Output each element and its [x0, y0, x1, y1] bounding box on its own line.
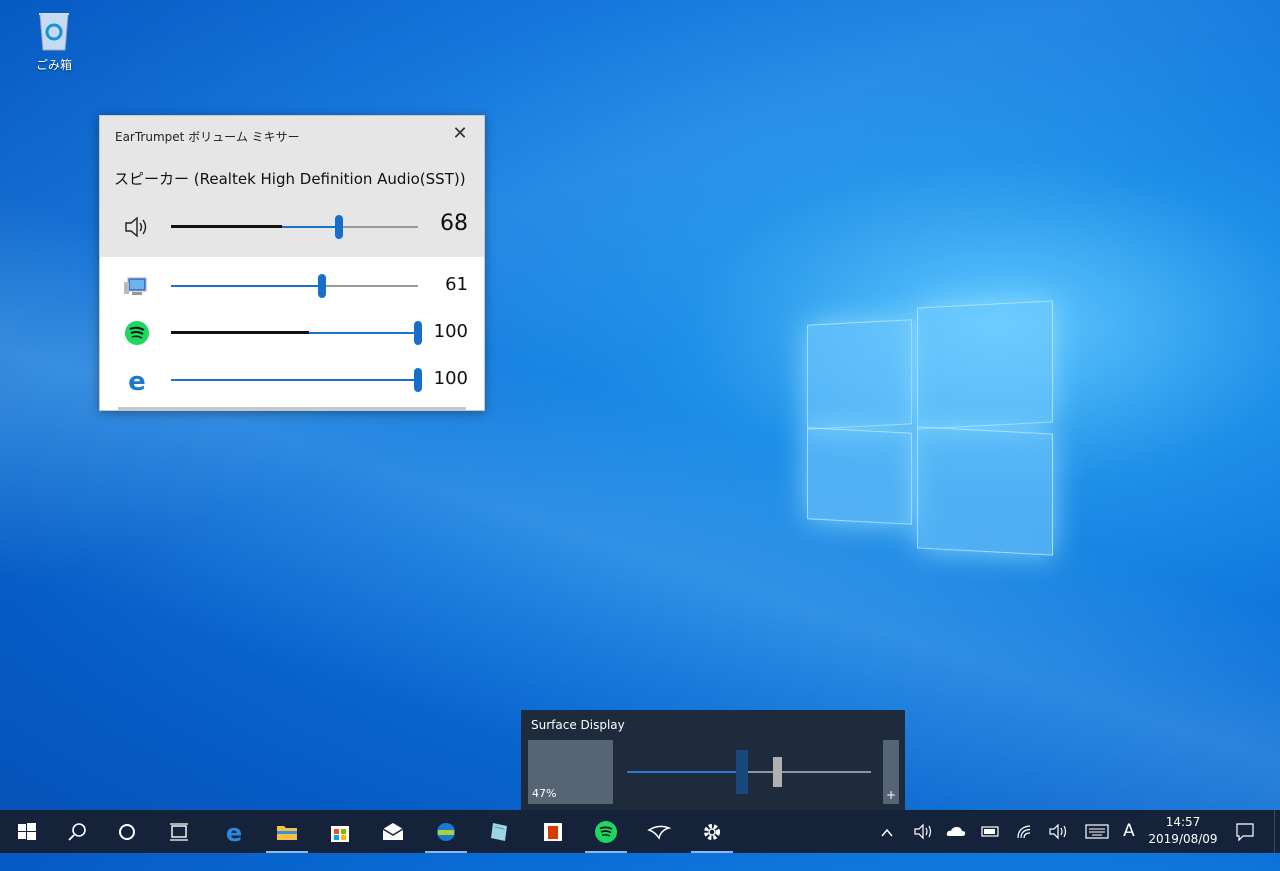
- search-button[interactable]: [52, 810, 102, 853]
- device-name: スピーカー (Realtek High Definition Audio(SST…: [114, 170, 466, 188]
- task-view-icon: [170, 823, 188, 841]
- volume-tray-icon[interactable]: [910, 810, 936, 853]
- master-volume-thumb[interactable]: [334, 215, 343, 239]
- windows-logo-wallpaper: [805, 300, 1055, 556]
- display-name: Surface Display: [531, 718, 625, 732]
- brightness-flyout: Surface Display 47% +: [521, 710, 905, 810]
- taskbar-store[interactable]: [315, 810, 365, 853]
- svg-text:e: e: [128, 367, 146, 394]
- recycle-bin-label: ごみ箱: [35, 58, 72, 72]
- master-peak-meter: [171, 225, 283, 228]
- brightness-fill: [627, 771, 742, 773]
- secondary-thumb: [773, 757, 782, 787]
- device-panel: EarTrumpet ボリューム ミキサー ✕ スピーカー (Realtek H…: [100, 116, 484, 257]
- clock-time: 14:57: [1165, 815, 1201, 829]
- taskbar-file-explorer[interactable]: [262, 810, 312, 853]
- spotify-icon[interactable]: [122, 319, 152, 347]
- settings-icon: [704, 824, 720, 840]
- app-row-system-sounds: 61: [100, 266, 486, 306]
- app-volume-slider[interactable]: [171, 274, 418, 298]
- close-icon[interactable]: ✕: [450, 124, 470, 144]
- show-desktop-button[interactable]: [1274, 810, 1280, 853]
- app-volume-thumb[interactable]: [317, 274, 326, 298]
- start-icon: [18, 823, 36, 840]
- recycle-bin-icon: [36, 8, 72, 52]
- store-icon: [331, 826, 349, 842]
- app-row-edge: e 100: [100, 360, 486, 400]
- spotify-icon: [595, 821, 617, 843]
- master-volume-slider[interactable]: [171, 215, 418, 239]
- edge-icon[interactable]: e: [122, 366, 152, 397]
- mail-icon: [382, 823, 404, 840]
- action-center-icon[interactable]: [1230, 810, 1260, 853]
- brightness-slider[interactable]: [627, 750, 871, 794]
- system-clock[interactable]: 14:57 2019/08/09: [1143, 814, 1223, 848]
- touch-keyboard-icon[interactable]: [1082, 810, 1112, 853]
- wifi-icon[interactable]: [1012, 810, 1038, 853]
- app-volume-slider[interactable]: [171, 368, 422, 392]
- app-volume-slider[interactable]: [171, 321, 422, 345]
- volume-mixer-window: EarTrumpet ボリューム ミキサー ✕ スピーカー (Realtek H…: [99, 115, 485, 411]
- app-volume-value: 100: [433, 368, 468, 389]
- taskbar-edge[interactable]: e: [209, 810, 259, 853]
- start-button[interactable]: [2, 810, 52, 853]
- brightness-plus-button[interactable]: +: [883, 740, 899, 804]
- task-view-button[interactable]: [154, 810, 204, 853]
- svg-text:e: e: [226, 820, 242, 844]
- app-row-spotify: 100: [100, 313, 486, 353]
- office-lens-icon: [544, 823, 562, 841]
- edge-icon: e: [226, 820, 242, 844]
- app-volume-value: 61: [445, 274, 468, 295]
- taskbar-mail[interactable]: [368, 810, 418, 853]
- taskbar: e A 14:57 2019/08/09: [0, 810, 1280, 853]
- clock-date: 2019/08/09: [1148, 832, 1218, 846]
- master-volume-row: 68: [100, 207, 486, 247]
- brightness-tile[interactable]: 47%: [528, 740, 613, 804]
- taskbar-spotify[interactable]: [581, 810, 631, 853]
- speaker-icon[interactable]: [122, 213, 152, 241]
- battery-icon[interactable]: [977, 810, 1003, 853]
- search-icon: [68, 823, 86, 841]
- window-title: EarTrumpet ボリューム ミキサー: [115, 130, 300, 144]
- taskbar-feedback-hub[interactable]: [634, 810, 684, 853]
- edge-dev-icon: [437, 823, 455, 841]
- brightness-level: 47%: [532, 787, 557, 800]
- app-volume-value: 100: [433, 321, 468, 342]
- system-sounds-icon[interactable]: [122, 272, 152, 300]
- cortana-button[interactable]: [102, 810, 152, 853]
- feedback-icon: [647, 825, 671, 840]
- taskbar-paint[interactable]: [474, 810, 524, 853]
- recycle-bin[interactable]: ごみ箱: [28, 8, 80, 73]
- paint-icon: [491, 823, 507, 841]
- brightness-thumb[interactable]: [735, 750, 748, 794]
- speaker-tray-icon[interactable]: [1045, 810, 1071, 853]
- onedrive-icon[interactable]: [943, 810, 969, 853]
- ime-indicator[interactable]: A: [1118, 810, 1140, 853]
- show-hidden-icons-chevron[interactable]: [876, 810, 898, 853]
- scroll-indicator: [118, 407, 466, 410]
- master-volume-value: 68: [440, 211, 468, 236]
- taskbar-settings[interactable]: [687, 810, 737, 853]
- taskbar-edge-dev[interactable]: [421, 810, 471, 853]
- file-explorer-icon: [277, 826, 297, 840]
- cortana-icon: [119, 824, 135, 840]
- taskbar-office-lens[interactable]: [528, 810, 578, 853]
